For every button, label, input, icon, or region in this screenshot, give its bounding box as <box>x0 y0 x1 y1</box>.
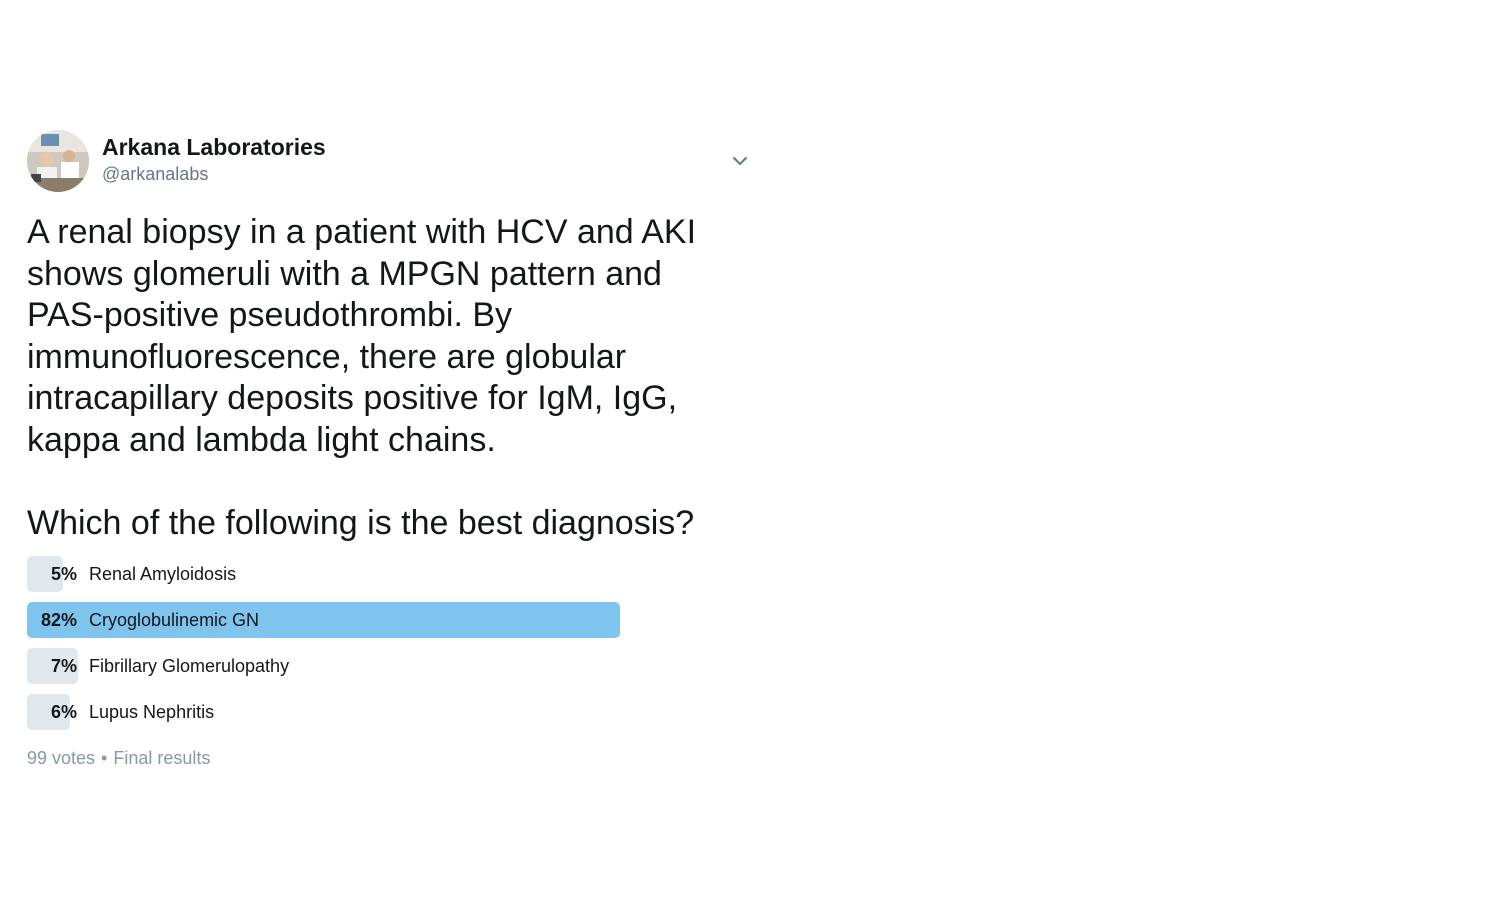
poll-option: 5% Renal Amyloidosis <box>27 556 620 592</box>
poll: 5% Renal Amyloidosis 82% Cryoglobulinemi… <box>27 556 620 769</box>
poll-percent: 6% <box>50 702 77 722</box>
separator-dot: • <box>101 748 108 768</box>
avatar[interactable] <box>27 130 89 192</box>
chevron-down-icon[interactable] <box>729 150 751 172</box>
poll-option: 82% Cryoglobulinemic GN <box>27 602 620 638</box>
poll-option-label: Lupus Nephritis <box>89 702 215 722</box>
poll-percent: 7% <box>50 656 77 676</box>
tweet-header: Arkana Laboratories @arkanalabs <box>27 130 752 194</box>
poll-option-label: Fibrillary Glomerulopathy <box>89 656 290 676</box>
user-handle[interactable]: @arkanalabs <box>102 164 208 185</box>
poll-option: 6% Lupus Nephritis <box>27 694 620 730</box>
lab-photo-avatar-icon <box>27 130 89 192</box>
poll-option: 7% Fibrillary Glomerulopathy <box>27 648 620 684</box>
poll-option-label: Cryoglobulinemic GN <box>89 610 260 630</box>
poll-meta: 99 votes • Final results <box>27 748 620 769</box>
tweet-text: A renal biopsy in a patient with HCV and… <box>27 213 697 542</box>
display-name[interactable]: Arkana Laboratories <box>102 134 326 161</box>
poll-percent: 5% <box>50 564 77 584</box>
poll-percent: 82% <box>40 610 77 630</box>
poll-option-label: Renal Amyloidosis <box>89 564 237 584</box>
tweet-card: Arkana Laboratories @arkanalabs A renal … <box>27 130 752 769</box>
poll-status: Final results <box>113 748 211 768</box>
vote-count: 99 votes <box>27 748 96 768</box>
